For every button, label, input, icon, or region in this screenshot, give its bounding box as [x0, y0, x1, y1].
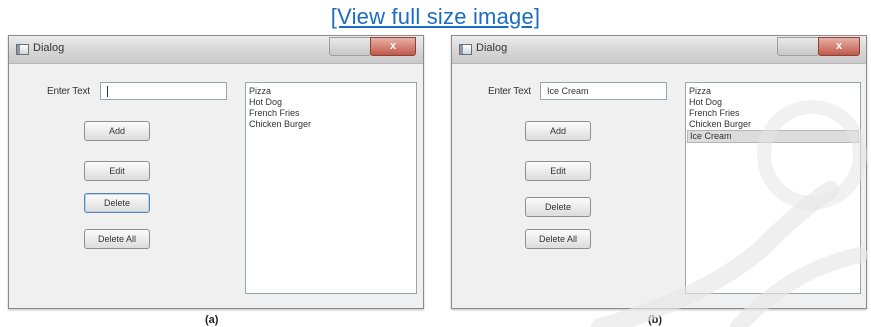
text-cursor	[107, 86, 108, 98]
add-button[interactable]: Add	[525, 121, 591, 141]
close-icon: x	[835, 40, 843, 52]
edit-button[interactable]: Edit	[525, 161, 591, 181]
list-item[interactable]: Hot Dog	[686, 97, 860, 108]
window-app-icon	[16, 44, 29, 55]
list-item[interactable]: Hot Dog	[246, 97, 416, 108]
delete-button[interactable]: Delete	[84, 193, 150, 213]
minimize-maximize-buttons[interactable]	[777, 37, 819, 56]
delete-all-button[interactable]: Delete All	[525, 229, 591, 249]
panel-caption-a: (a)	[205, 314, 219, 326]
window-title: Dialog	[476, 42, 508, 54]
list-item[interactable]: Chicken Burger	[686, 119, 860, 130]
panel-caption-b: (b)	[648, 314, 663, 326]
food-listbox[interactable]: Pizza Hot Dog French Fries Chicken Burge…	[245, 82, 417, 294]
food-listbox[interactable]: Pizza Hot Dog French Fries Chicken Burge…	[685, 82, 861, 294]
list-item[interactable]: Chicken Burger	[246, 119, 416, 130]
enter-text-label: Enter Text	[47, 86, 90, 97]
close-button[interactable]: x	[370, 37, 416, 56]
title-bar[interactable]: Dialog x	[9, 36, 423, 64]
text-input[interactable]: Ice Cream	[540, 82, 667, 100]
close-button[interactable]: x	[818, 37, 860, 56]
list-item[interactable]: French Fries	[246, 108, 416, 119]
text-input[interactable]	[100, 82, 227, 100]
list-item-selected[interactable]: Ice Cream	[687, 130, 859, 143]
minimize-maximize-buttons[interactable]	[329, 37, 371, 56]
list-item[interactable]: Pizza	[686, 86, 860, 97]
dialog-window-a: Dialog x Enter Text Add Edit Delete Dele…	[8, 35, 424, 309]
dialog-window-b: Dialog x Enter Text Ice Cream Add Edit D…	[451, 35, 867, 309]
add-button[interactable]: Add	[84, 121, 150, 141]
window-title: Dialog	[33, 42, 65, 54]
delete-button[interactable]: Delete	[525, 197, 591, 217]
delete-all-button[interactable]: Delete All	[84, 229, 150, 249]
view-full-size-link[interactable]: [View full size image]	[0, 4, 871, 30]
enter-text-label: Enter Text	[488, 86, 531, 97]
close-icon: x	[389, 40, 397, 52]
edit-button[interactable]: Edit	[84, 161, 150, 181]
window-app-icon	[459, 44, 472, 55]
list-item[interactable]: Pizza	[246, 86, 416, 97]
title-bar[interactable]: Dialog x	[452, 36, 866, 64]
list-item[interactable]: French Fries	[686, 108, 860, 119]
text-input-value: Ice Cream	[547, 86, 589, 96]
